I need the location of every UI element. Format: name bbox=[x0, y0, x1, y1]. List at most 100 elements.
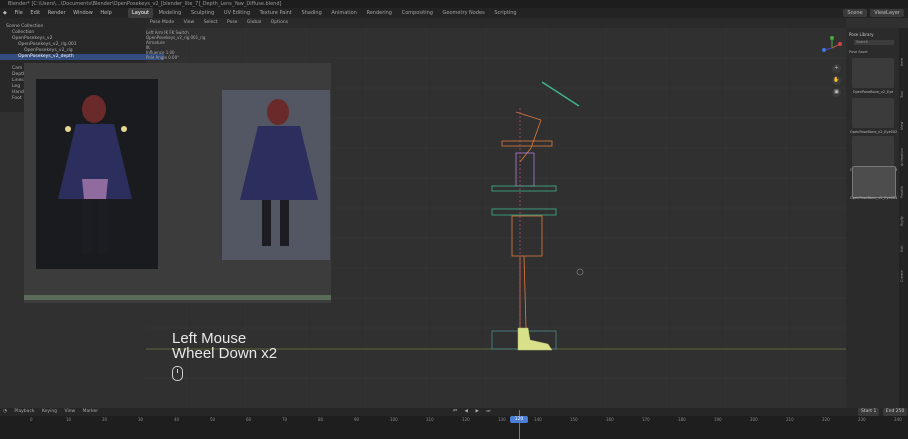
pose-item-label: OpenPoseBone_v2_Eye bbox=[852, 90, 894, 94]
blender-logo-icon[interactable]: ◆ bbox=[0, 8, 10, 18]
pose-library-sidebar: Pose Library Search Pose Asset OpenPoseB… bbox=[846, 28, 899, 408]
scene-selector[interactable]: Scene bbox=[843, 9, 867, 17]
timeline-tick-label: 90 bbox=[354, 417, 360, 422]
timeline-tick-label: 60 bbox=[246, 417, 252, 422]
view-layer-selector[interactable]: ViewLayer bbox=[870, 9, 904, 17]
workspace-tab-scripting[interactable]: Scripting bbox=[490, 8, 520, 18]
sidebar-tabs: Item Tool View Animation Poselib Rigify … bbox=[899, 28, 908, 408]
timeline-tick-label: 220 bbox=[822, 417, 830, 422]
sidebar-tab-animation[interactable]: Animation bbox=[900, 132, 907, 166]
sidebar-tab-tool[interactable]: Tool bbox=[900, 68, 907, 98]
workspace-tab-sculpting[interactable]: Sculpting bbox=[187, 8, 218, 18]
window-title: Blender* [C:\Users\...\Documents\Blender… bbox=[8, 1, 282, 7]
sidebar-tab-item[interactable]: Item bbox=[900, 32, 907, 66]
scene-selectors: Scene ViewLayer bbox=[841, 9, 904, 17]
jump-end-icon[interactable]: ⏭ bbox=[483, 408, 493, 416]
menu-file[interactable]: File bbox=[11, 8, 25, 18]
view-menu[interactable]: View bbox=[180, 18, 199, 28]
navigation-gizmo[interactable] bbox=[820, 36, 844, 60]
keycast-overlay: Left Mouse Wheel Down x2 bbox=[172, 331, 277, 361]
playback-menu[interactable]: Playback bbox=[11, 408, 37, 416]
timeline-tick-label: 110 bbox=[426, 417, 434, 422]
timeline-tick-label: 40 bbox=[174, 417, 180, 422]
pose-thumbnail[interactable] bbox=[852, 98, 894, 128]
sidebar-tab-view[interactable]: View bbox=[900, 100, 907, 130]
timeline-tick-label: 120 bbox=[462, 417, 470, 422]
timeline-tick-label: 170 bbox=[642, 417, 650, 422]
timeline-tick-label: 160 bbox=[606, 417, 614, 422]
mode-selector[interactable]: Pose Mode bbox=[146, 18, 178, 28]
reference-image-back bbox=[222, 90, 330, 260]
timeline-tick-label: 0 bbox=[30, 417, 33, 422]
pose-search-input[interactable]: Search bbox=[854, 40, 894, 45]
workspace-tab-texture-paint[interactable]: Texture Paint bbox=[256, 8, 296, 18]
sidebar-tab-create[interactable]: Create bbox=[900, 254, 907, 282]
view-menu-timeline[interactable]: View bbox=[61, 408, 78, 416]
playhead[interactable] bbox=[519, 410, 520, 439]
timeline-editor-icon[interactable]: ◔ bbox=[0, 408, 10, 416]
mouse-icon bbox=[172, 366, 183, 381]
workspace-tab-modeling[interactable]: Modeling bbox=[155, 8, 186, 18]
timeline-tick-label: 30 bbox=[138, 417, 144, 422]
timeline-tick-label: 150 bbox=[570, 417, 578, 422]
pose-filter-label[interactable]: Pose Asset bbox=[849, 50, 868, 54]
timeline-tick-label: 210 bbox=[786, 417, 794, 422]
menu-edit[interactable]: Edit bbox=[27, 8, 43, 18]
workspace-tab-rendering[interactable]: Rendering bbox=[362, 8, 396, 18]
workspace-tab-uv-editing[interactable]: UV Editing bbox=[220, 8, 254, 18]
sidebar-tab-rigify[interactable]: Rigify bbox=[900, 200, 907, 226]
start-frame-field[interactable]: Start 1 bbox=[858, 408, 880, 416]
play-icon[interactable]: ▶ bbox=[472, 408, 481, 416]
property-line[interactable]: Pole Angle 0.00° bbox=[146, 55, 206, 60]
keycast-line-1: Left Mouse bbox=[172, 330, 247, 347]
pose-thumbnail-selected[interactable] bbox=[852, 166, 896, 198]
workspace-tab-layout[interactable]: Layout bbox=[128, 8, 154, 18]
pose-thumbnail[interactable] bbox=[852, 136, 894, 166]
workspace-tab-shading[interactable]: Shading bbox=[297, 8, 325, 18]
timeline-tick-label: 50 bbox=[210, 417, 216, 422]
timeline-tick-label: 100 bbox=[390, 417, 398, 422]
camera-view-icon[interactable]: ▣ bbox=[832, 88, 841, 97]
keying-menu[interactable]: Keying bbox=[39, 408, 60, 416]
options-menu[interactable]: Options bbox=[267, 18, 292, 28]
pose-item-label: OpenPoseBone_v2_Eye004 bbox=[850, 196, 898, 200]
timeline-ruler[interactable]: 0 10 20 30 40 50 60 70 80 90 100 110 120 130 140 150 160… bbox=[0, 416, 908, 424]
jump-start-icon[interactable]: ⏮ bbox=[450, 408, 460, 416]
end-frame-field[interactable]: End 250 bbox=[882, 408, 908, 416]
timeline-tick-label: 70 bbox=[282, 417, 288, 422]
reference-panel-footer bbox=[24, 295, 331, 300]
timeline-tick-label: 20 bbox=[102, 417, 108, 422]
select-menu[interactable]: Select bbox=[200, 18, 222, 28]
pose-item-label: OpenPoseBone_v2_Eye002 bbox=[850, 130, 898, 134]
timeline-tick-label: 140 bbox=[534, 417, 542, 422]
workspace-tab-geometry-nodes[interactable]: Geometry Nodes bbox=[439, 8, 489, 18]
workspace-tab-animation[interactable]: Animation bbox=[327, 8, 361, 18]
timeline-header: ◔ Playback Keying View Marker ⏮ ◀ ▶ ⏭ bbox=[0, 408, 908, 416]
reference-image-front bbox=[36, 79, 158, 269]
bone-properties-overlay: Left Arm IK FK Switch OpenPosekeys_v2_ri… bbox=[146, 30, 206, 64]
timeline-tick-label: 230 bbox=[858, 417, 866, 422]
armature-rig bbox=[491, 81, 584, 350]
menu-render[interactable]: Render bbox=[45, 8, 69, 18]
workspace-tab-compositing[interactable]: Compositing bbox=[398, 8, 437, 18]
timeline-tick-label: 190 bbox=[714, 417, 722, 422]
timeline-tick-label: 240 bbox=[894, 417, 902, 422]
play-reverse-icon[interactable]: ◀ bbox=[462, 408, 471, 416]
pose-thumbnail[interactable] bbox=[852, 58, 894, 88]
outliner-row-selected[interactable]: OpenPosekeys_v2_depth bbox=[0, 54, 164, 60]
menu-help[interactable]: Help bbox=[97, 8, 114, 18]
current-frame-indicator[interactable]: 120 bbox=[510, 416, 528, 423]
timeline-tick-label: 130 bbox=[498, 417, 506, 422]
sidebar-tab-poselib[interactable]: Poselib bbox=[900, 168, 907, 198]
marker-menu[interactable]: Marker bbox=[80, 408, 102, 416]
pan-hand-icon[interactable]: ✋ bbox=[832, 76, 841, 85]
viewport-header: Pose Mode View Select Pose Global Option… bbox=[146, 18, 846, 28]
sidebar-tab-edit[interactable]: Edit bbox=[900, 228, 907, 252]
menu-window[interactable]: Window bbox=[70, 8, 96, 18]
pose-menu[interactable]: Pose bbox=[223, 18, 241, 28]
transform-orientation[interactable]: Global bbox=[243, 18, 265, 28]
timeline-tick-label: 200 bbox=[750, 417, 758, 422]
pose-library-header: Pose Library bbox=[849, 32, 874, 37]
zoom-icon[interactable]: + bbox=[832, 64, 841, 73]
timeline-tick-label: 10 bbox=[66, 417, 72, 422]
